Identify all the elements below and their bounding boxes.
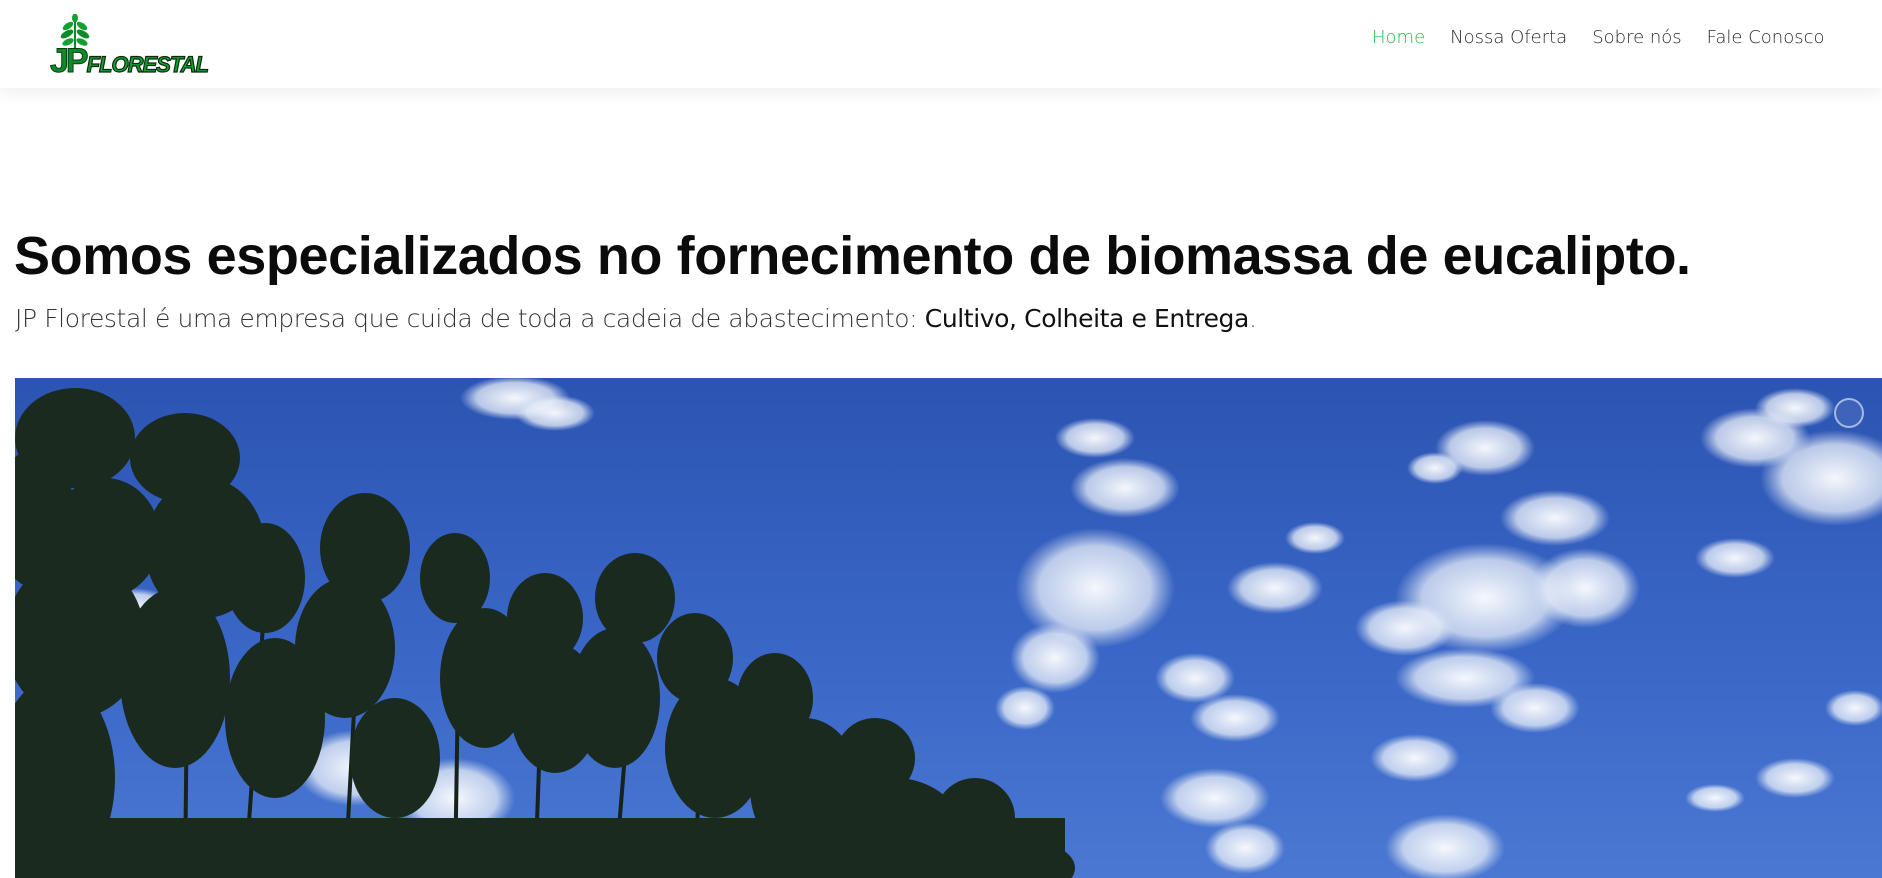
hero-subtitle-suffix: . [1248, 304, 1257, 333]
logo-wordmark: FLORESTAL [86, 52, 210, 77]
logo-text: JPFLORESTAL [50, 42, 210, 80]
nav-item-nossa-oferta[interactable]: Nossa Oferta [1438, 24, 1580, 52]
main-nav: Home Nossa Oferta Sobre nós Fale Conosco [1359, 24, 1837, 52]
tree-canopy [15, 388, 1075, 878]
nav-item-sobre-nos[interactable]: Sobre nós [1580, 24, 1694, 52]
hero-image-eucalyptus [15, 378, 1882, 878]
logo[interactable]: JPFLORESTAL [50, 14, 216, 82]
nav-item-home[interactable]: Home [1359, 24, 1437, 52]
logo-mark: JP [50, 42, 90, 80]
nav-item-fale-conosco[interactable]: Fale Conosco [1694, 24, 1837, 52]
eucalyptus-sky-illustration [15, 378, 1882, 878]
slider-dot-button[interactable] [1834, 398, 1864, 428]
hero-subtitle-prefix: JP Florestal é uma empresa que cuida de … [15, 304, 925, 333]
hero-subtitle: JP Florestal é uma empresa que cuida de … [15, 302, 1257, 336]
hero-subtitle-highlight: Cultivo, Colheita e Entrega [924, 304, 1250, 333]
hero-title: Somos especializados no fornecimento de … [14, 226, 1691, 286]
site-header: JPFLORESTAL Home Nossa Oferta Sobre nós … [0, 0, 1882, 88]
